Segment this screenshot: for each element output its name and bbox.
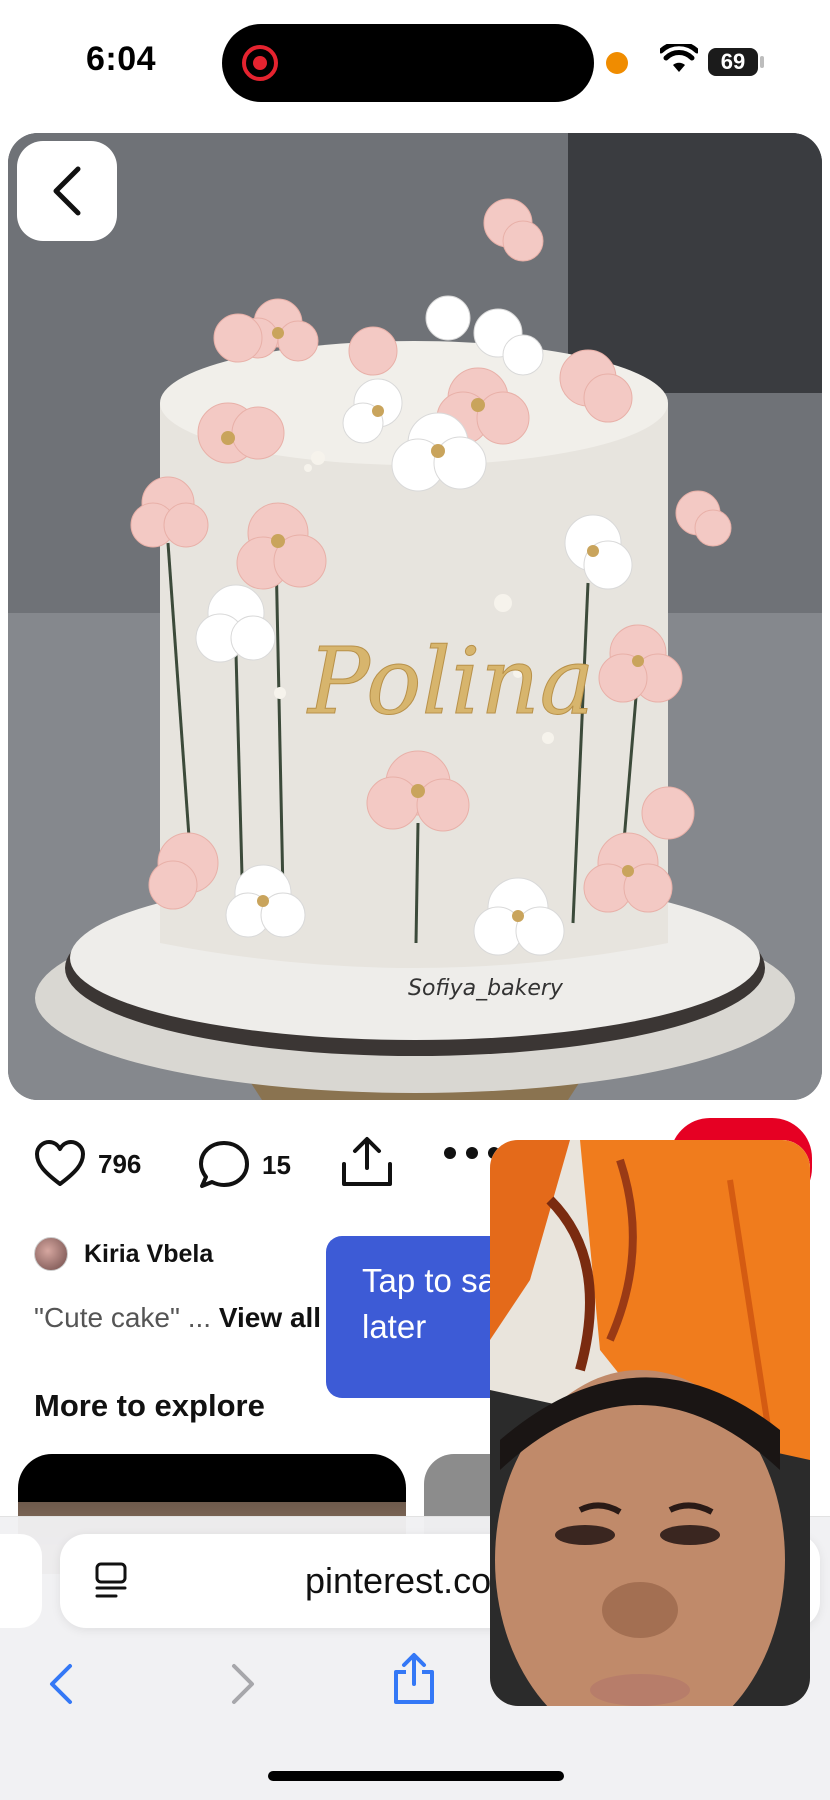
dynamic-island xyxy=(222,24,594,102)
battery-cap xyxy=(760,56,764,68)
description-quote: "Cute cake" ... xyxy=(34,1302,212,1333)
comment-icon xyxy=(199,1141,249,1188)
back-button[interactable] xyxy=(17,141,117,241)
status-time: 6:04 xyxy=(86,40,157,78)
url-text: pinterest.co xyxy=(305,1560,492,1601)
previous-tab-peek[interactable] xyxy=(0,1534,42,1628)
heart-icon xyxy=(35,1140,85,1186)
watermark: Sofiya_bakery xyxy=(408,976,564,1001)
cake-lettering: Polina xyxy=(306,628,595,735)
safari-share-icon[interactable] xyxy=(392,1652,436,1706)
screen-recording-icon xyxy=(242,45,278,81)
pin-description: "Cute cake" ... View all xyxy=(34,1302,321,1334)
battery-icon: 69 xyxy=(708,48,758,76)
pin-author[interactable]: Kiria Vbela xyxy=(34,1237,213,1271)
home-indicator[interactable] xyxy=(268,1771,564,1781)
video-call-feed xyxy=(490,1140,810,1706)
back-chevron-icon xyxy=(53,166,81,216)
microphone-indicator-icon xyxy=(606,52,628,74)
like-button[interactable]: 796 xyxy=(34,1140,141,1188)
video-call-pip[interactable] xyxy=(490,1140,810,1706)
pin-image[interactable]: Polina Sofiya_bakery xyxy=(8,133,822,1100)
cake-illustration: Polina Sofiya_bakery xyxy=(8,133,822,1100)
like-count: 796 xyxy=(98,1148,142,1179)
author-name: Kiria Vbela xyxy=(84,1239,214,1268)
forward-icon[interactable] xyxy=(228,1662,258,1706)
back-icon[interactable] xyxy=(46,1662,76,1706)
comment-button[interactable]: 15 xyxy=(198,1140,291,1190)
avatar xyxy=(34,1237,68,1271)
screen: 6:04 69 Polina Sofiya_bakery 796 15 Kiri… xyxy=(0,0,830,1800)
comment-count: 15 xyxy=(262,1149,291,1180)
share-button[interactable] xyxy=(340,1136,394,1188)
more-to-explore-title: More to explore xyxy=(34,1388,265,1423)
view-all-link[interactable]: View all xyxy=(219,1302,321,1333)
reader-icon xyxy=(95,1562,127,1598)
wifi-icon xyxy=(660,44,698,72)
share-icon xyxy=(342,1137,392,1186)
